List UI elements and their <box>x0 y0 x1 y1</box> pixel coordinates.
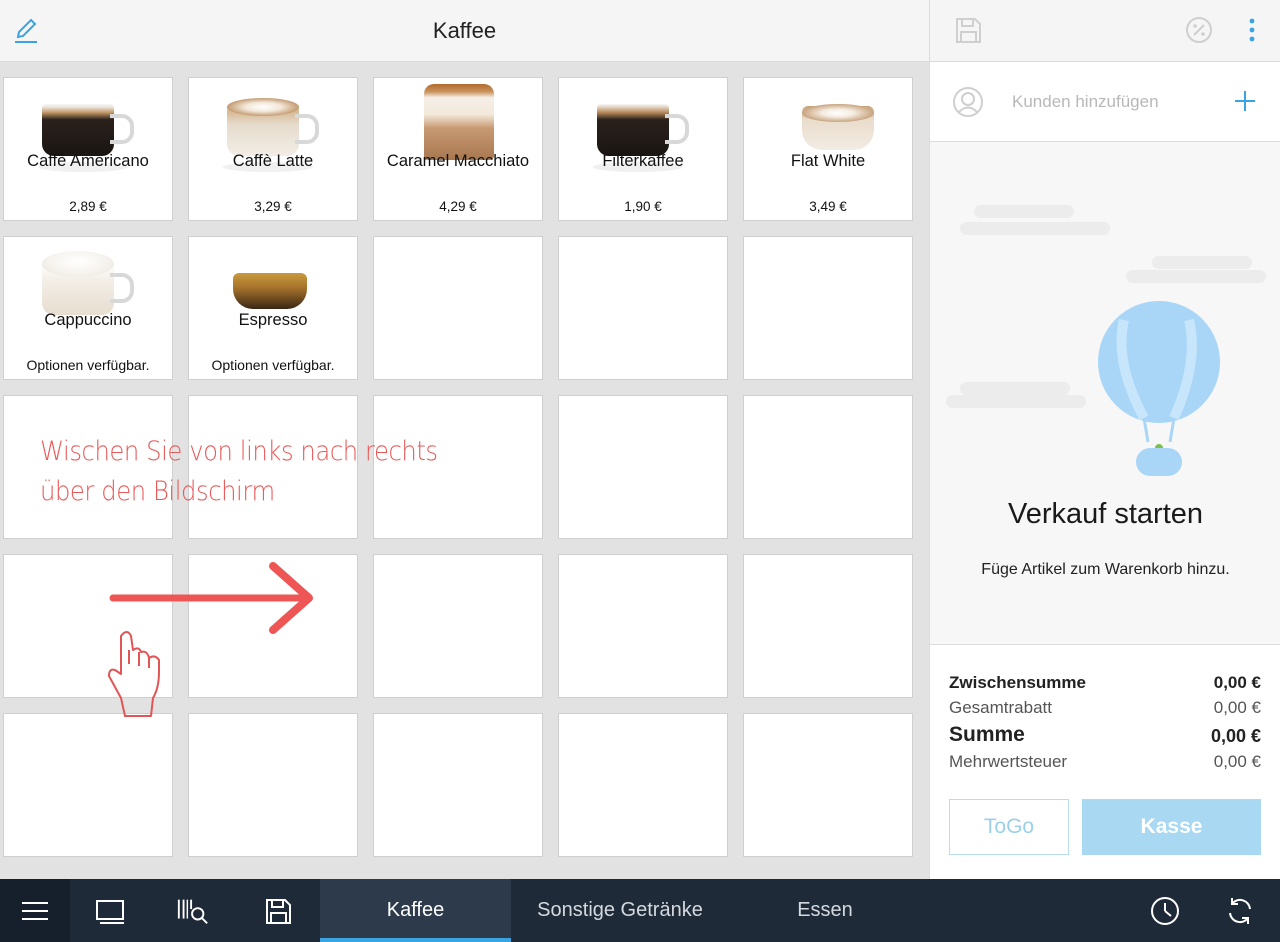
discount-label: Gesamtrabatt <box>949 698 1052 717</box>
sync-refresh-icon[interactable] <box>1223 894 1257 928</box>
empty-tile[interactable] <box>743 395 913 539</box>
sum-value: 0,00 € <box>1210 726 1261 746</box>
tab-kaffee[interactable]: Kaffee <box>320 879 511 942</box>
swipe-arrow-icon <box>108 562 313 717</box>
hot-air-balloon-icon <box>1098 301 1220 476</box>
save-draft-icon[interactable] <box>261 894 295 928</box>
product-options-note: Optionen verfügbar. <box>211 357 335 373</box>
americano-cup-image <box>34 84 142 172</box>
cloud-decoration <box>946 395 1086 408</box>
product-tile-cappuccino[interactable]: Cappuccino Optionen verfügbar. <box>3 236 173 380</box>
product-name: Flat White <box>790 152 866 170</box>
product-price: 4,29 € <box>439 199 477 214</box>
empty-cart-area: Verkauf starten Füge Artikel zum Warenko… <box>930 142 1280 644</box>
swipe-hint-line-1: Wischen Sie von links nach rechts <box>40 436 438 467</box>
latte-cup-image <box>219 84 327 172</box>
more-options-icon[interactable] <box>1236 14 1268 46</box>
empty-tile[interactable] <box>3 713 173 857</box>
flatwhite-cup-image <box>774 84 882 160</box>
discount-percent-icon[interactable] <box>1183 14 1215 46</box>
page-title: Kaffee <box>432 18 497 43</box>
tab-sonstige-getraenke[interactable]: Sonstige Getränke <box>520 879 720 942</box>
product-price: 2,89 € <box>69 199 107 214</box>
cloud-decoration <box>1152 256 1252 269</box>
save-icon[interactable] <box>952 14 984 46</box>
product-options-note: Optionen verfügbar. <box>26 357 150 373</box>
swipe-hint-line-2: über den Bildschirm <box>40 476 275 507</box>
tab-essen[interactable]: Essen <box>770 879 880 942</box>
cloud-decoration <box>960 382 1070 395</box>
empty-tile[interactable] <box>373 554 543 698</box>
add-customer-row[interactable]: Kunden hinzufügen <box>930 62 1280 142</box>
add-customer-plus-icon[interactable] <box>1230 86 1260 116</box>
product-tile-caffe-latte[interactable]: Caffè Latte 3,29 € <box>188 77 358 221</box>
product-price: 3,29 € <box>254 199 292 214</box>
cloud-decoration <box>1126 270 1266 283</box>
togo-button[interactable]: ToGo <box>949 799 1069 855</box>
left-header: Kaffee <box>0 0 929 62</box>
empty-tile[interactable] <box>558 713 728 857</box>
cloud-decoration <box>960 222 1110 235</box>
espresso-cup-image <box>219 243 327 319</box>
empty-cart-subtitle: Füge Artikel zum Warenkorb hinzu. <box>981 561 1230 578</box>
barcode-search-icon[interactable] <box>176 894 210 928</box>
kasse-button[interactable]: Kasse <box>1082 799 1261 855</box>
empty-tile[interactable] <box>558 236 728 380</box>
product-tile-caramel-macchiato[interactable]: Caramel Macchiato 4,29 € <box>373 77 543 221</box>
macchiato-cup-image <box>404 84 512 160</box>
tax-row: Mehrwertsteuer 0,00 € <box>949 752 1261 772</box>
empty-tile[interactable] <box>558 554 728 698</box>
screen-display-icon[interactable] <box>94 894 128 928</box>
product-price: 3,49 € <box>809 199 847 214</box>
sum-label: Summe <box>949 723 1025 746</box>
discount-row: Gesamtrabatt 0,00 € <box>949 698 1261 718</box>
product-name: Espresso <box>238 311 308 329</box>
product-name: Caffè Latte <box>232 152 314 170</box>
product-tile-caffe-americano[interactable]: Caffè Americano 2,89 € <box>3 77 173 221</box>
filterkaffee-cup-image <box>589 84 697 172</box>
product-name: Caramel Macchiato <box>386 152 530 170</box>
product-tile-filterkaffee[interactable]: Filterkaffee 1,90 € <box>558 77 728 221</box>
swipe-hint-text: Wischen Sie von links nach rechts über d… <box>40 432 438 512</box>
product-price: 1,90 € <box>624 199 662 214</box>
empty-tile[interactable] <box>743 713 913 857</box>
sum-row: Summe 0,00 € <box>949 723 1261 747</box>
add-customer-label: Kunden hinzufügen <box>1012 92 1159 111</box>
empty-tile[interactable] <box>373 713 543 857</box>
customer-avatar-icon <box>953 87 983 117</box>
product-tile-espresso[interactable]: Espresso Optionen verfügbar. <box>188 236 358 380</box>
empty-cart-title: Verkauf starten <box>1007 498 1204 530</box>
empty-tile[interactable] <box>373 236 543 380</box>
subtotal-label: Zwischensumme <box>949 673 1086 692</box>
product-name: Cappuccino <box>44 311 132 329</box>
bottom-navigation-bar: Kaffee Sonstige Getränke Essen <box>0 879 1280 942</box>
subtotal-row: Zwischensumme 0,00 € <box>949 673 1261 693</box>
cart-panel: Kunden hinzufügen Verkauf starten Füge A… <box>929 0 1280 879</box>
cloud-decoration <box>974 205 1074 218</box>
history-clock-icon[interactable] <box>1148 894 1182 928</box>
product-name: Filterkaffee <box>602 152 684 170</box>
discount-value: 0,00 € <box>1213 698 1261 717</box>
cappuccino-cup-image <box>34 243 142 319</box>
cart-header <box>930 0 1280 62</box>
tax-value: 0,00 € <box>1213 752 1261 771</box>
empty-tile[interactable] <box>743 554 913 698</box>
product-name: Caffè Americano <box>27 152 149 170</box>
subtotal-value: 0,00 € <box>1213 673 1261 692</box>
cart-totals: Zwischensumme 0,00 € Gesamtrabatt 0,00 €… <box>930 644 1280 879</box>
empty-tile[interactable] <box>558 395 728 539</box>
empty-tile[interactable] <box>743 236 913 380</box>
hand-pointer-icon <box>108 631 160 717</box>
hamburger-menu-icon[interactable] <box>0 879 70 942</box>
empty-tile[interactable] <box>188 713 358 857</box>
product-tile-flat-white[interactable]: Flat White 3,49 € <box>743 77 913 221</box>
tax-label: Mehrwertsteuer <box>949 752 1068 771</box>
